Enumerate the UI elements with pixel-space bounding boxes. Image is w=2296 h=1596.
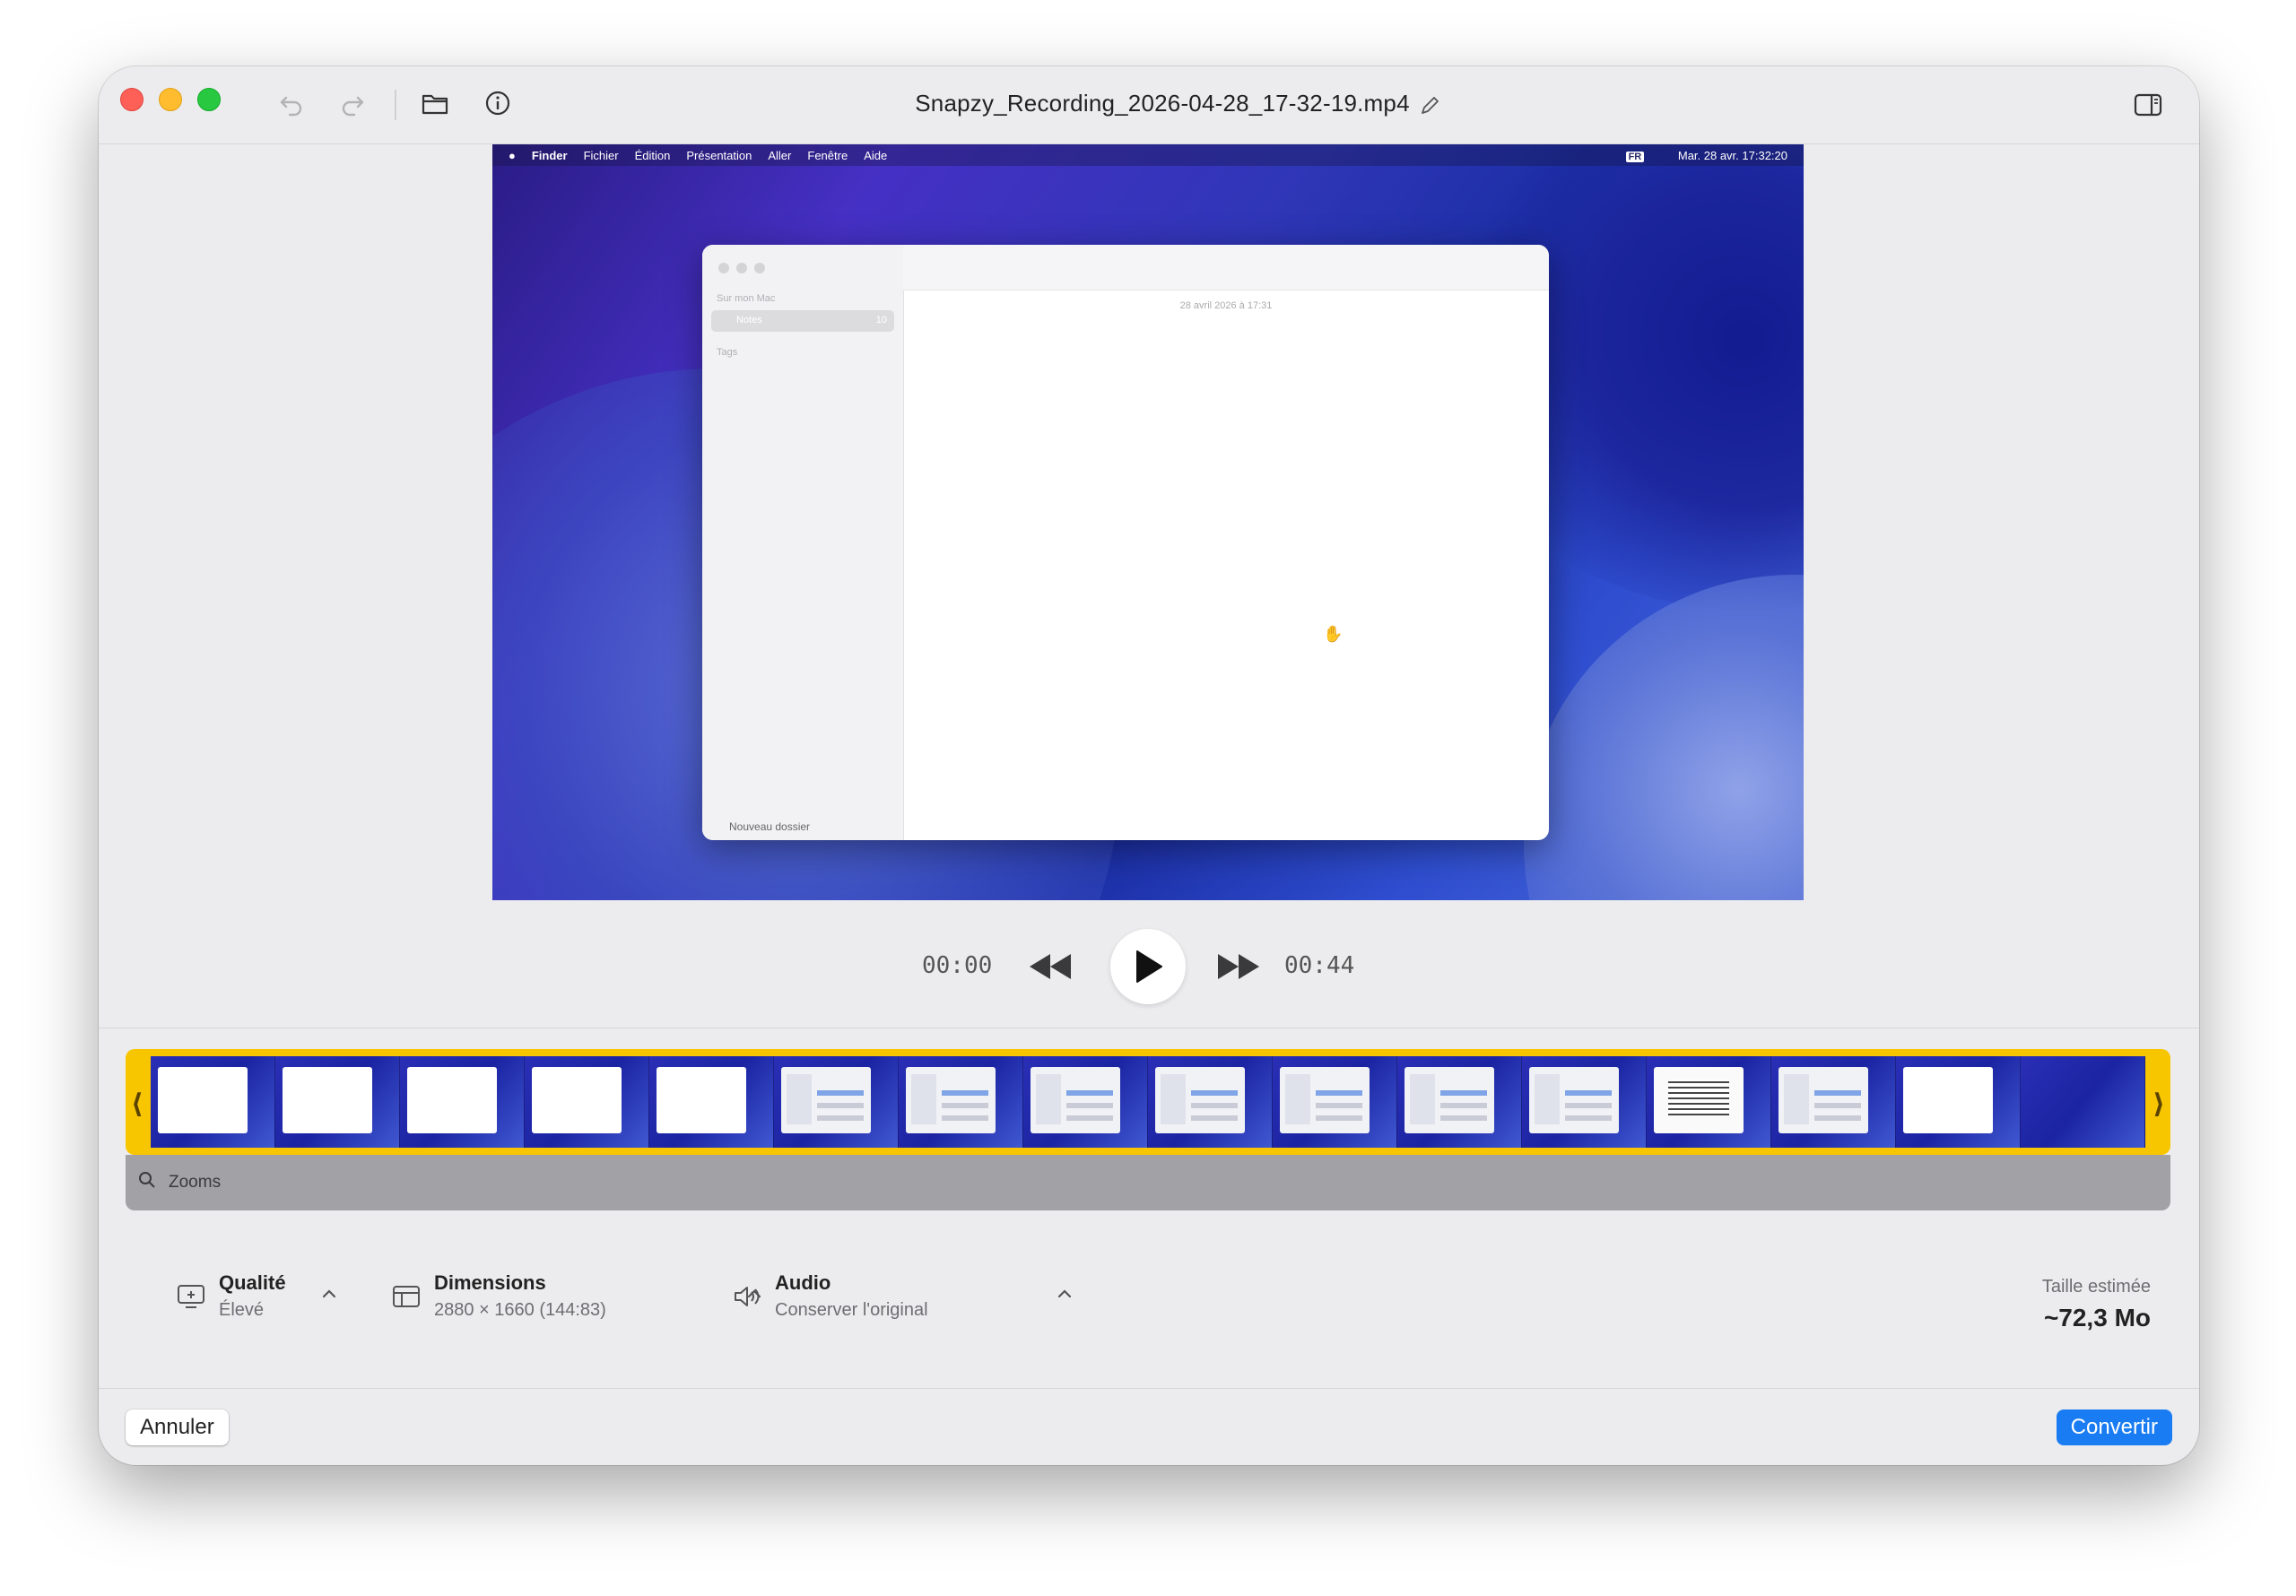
apple-icon: ● — [509, 148, 516, 162]
recorded-notes-sidebar: Sur mon Mac Notes 10 Tags Nouveau dossie… — [702, 245, 904, 840]
zooms-track[interactable]: Zooms — [126, 1155, 2170, 1210]
recorded-section-label: Sur mon Mac — [717, 293, 776, 304]
trim-start-handle[interactable]: ⟨ — [131, 1089, 144, 1120]
fast-forward-icon[interactable] — [1214, 950, 1263, 983]
convert-button[interactable]: Convertir — [2056, 1410, 2172, 1445]
play-icon — [1136, 950, 1162, 983]
recorded-folder-count: 10 — [875, 315, 887, 325]
dimensions-label: Dimensions — [434, 1271, 546, 1294]
recorded-tags-label: Tags — [717, 347, 738, 358]
timeline-thumbnail — [275, 1056, 400, 1148]
quality-value: Élevé — [219, 1300, 265, 1320]
window-title: Snapzy_Recording_2026-04-28_17-32-19.mp4 — [99, 90, 2199, 117]
menubar-item: Fenêtre — [807, 148, 848, 162]
recorded-notes-window: Sur mon Mac Notes 10 Tags Nouveau dossie… — [702, 245, 1549, 840]
thumbnail-window — [1280, 1067, 1370, 1133]
sidebar-toggle-icon[interactable] — [2133, 90, 2163, 120]
quality-setting[interactable]: Qualité Élevé — [161, 1264, 350, 1331]
recorded-window-dot — [718, 263, 729, 273]
menubar-clock: Mar. 28 avr. 17:32:20 — [1677, 149, 1787, 162]
thumbnail-window — [283, 1067, 372, 1133]
audio-label: Audio — [775, 1271, 831, 1294]
menubar-item: Présentation — [686, 148, 752, 162]
quality-label: Qualité — [219, 1271, 286, 1294]
estimated-size-value: ~72,3 Mo — [2043, 1304, 2151, 1331]
thumbnail-window — [1779, 1067, 1868, 1133]
timeline-thumbnail — [400, 1056, 525, 1148]
thumbnail-window — [532, 1067, 622, 1133]
video-preview[interactable]: ● Finder Fichier Édition Présentation Al… — [492, 144, 1804, 900]
chevron-up-icon — [1057, 1289, 1072, 1298]
trim-timeline[interactable]: ⟨ ⟩ — [126, 1049, 2170, 1155]
timeline-thumbnail — [774, 1056, 899, 1148]
timeline-thumbnail — [1771, 1056, 1896, 1148]
timeline-thumbnail — [1273, 1056, 1397, 1148]
timeline-thumbnail — [899, 1056, 1023, 1148]
timeline-thumbnail — [151, 1056, 275, 1148]
speaker-icon — [735, 1287, 760, 1306]
timeline-thumbnail — [1647, 1056, 1771, 1148]
thumbnail-window — [1031, 1067, 1120, 1133]
pencil-icon[interactable] — [1417, 93, 1442, 118]
rewind-icon[interactable] — [1026, 950, 1074, 983]
audio-value: Conserver l'original — [775, 1300, 928, 1320]
thumbnail-window — [1654, 1067, 1744, 1133]
recorded-notes-toolbar — [903, 245, 1549, 291]
input-language-badge: FR — [1625, 152, 1645, 162]
thumbnail-window — [1529, 1067, 1619, 1133]
recorded-window-dot — [754, 263, 765, 273]
audio-setting[interactable]: Audio Conserver l'original — [718, 1264, 1094, 1331]
recorded-note-date: 28 avril 2026 à 17:31 — [1179, 300, 1273, 311]
menubar-item: Finder — [531, 148, 568, 162]
timeline-thumbnail — [2021, 1056, 2145, 1148]
timeline-thumbnail — [1522, 1056, 1647, 1148]
thumbnail-window — [657, 1067, 746, 1133]
recorded-window-dot — [736, 263, 747, 273]
thumbnail-window — [407, 1067, 497, 1133]
estimated-size-label: Taille estimée — [2041, 1277, 2151, 1297]
timeline-thumbnail — [1148, 1056, 1273, 1148]
play-button[interactable] — [1110, 929, 1186, 1004]
thumbnail-window — [906, 1067, 996, 1133]
total-time: 00:44 — [1284, 952, 1355, 979]
file-name: Snapzy_Recording_2026-04-28_17-32-19.mp4 — [915, 90, 1410, 117]
timeline-thumbnail — [1896, 1056, 2021, 1148]
thumbnail-window — [158, 1067, 248, 1133]
trim-end-handle[interactable]: ⟩ — [2152, 1089, 2165, 1120]
recorded-folder-name: Notes — [736, 315, 762, 325]
recorded-folder-row: Notes 10 — [711, 310, 894, 332]
menubar-item: Édition — [634, 148, 671, 162]
hand-cursor-icon: ✋ — [1323, 625, 1344, 643]
timeline-thumbnail — [649, 1056, 774, 1148]
magnifier-icon — [139, 1172, 155, 1188]
thumbnail-window — [1155, 1067, 1245, 1133]
thumbnail-window — [1903, 1067, 1993, 1133]
zooms-label: Zooms — [169, 1173, 222, 1192]
dimensions-icon — [393, 1286, 420, 1307]
thumbnail-window — [1405, 1067, 1494, 1133]
chevron-up-icon — [322, 1289, 336, 1298]
menubar-item: Aide — [864, 148, 888, 162]
editor-window: Snapzy_Recording_2026-04-28_17-32-19.mp4… — [99, 66, 2199, 1465]
dimensions-value: 2880 × 1660 (144:83) — [434, 1300, 606, 1320]
menubar-item: Aller — [768, 148, 792, 162]
title-bar: Snapzy_Recording_2026-04-28_17-32-19.mp4 — [99, 66, 2199, 144]
recorded-menubar: ● Finder Fichier Édition Présentation Al… — [492, 144, 1804, 166]
recorded-new-folder: Nouveau dossier — [729, 820, 811, 833]
divider — [99, 1388, 2199, 1389]
cancel-button[interactable]: Annuler — [126, 1410, 229, 1445]
thumbnail-window — [781, 1067, 871, 1133]
timeline-thumbnail — [1397, 1056, 1522, 1148]
timeline-thumbnails[interactable] — [151, 1056, 2145, 1148]
menubar-status: FR Mar. 28 avr. 17:32:20 — [1610, 149, 1787, 162]
timeline-thumbnail — [1023, 1056, 1148, 1148]
wallpaper-shape — [1524, 575, 1804, 900]
timeline-thumbnail — [525, 1056, 649, 1148]
current-time: 00:00 — [922, 952, 993, 979]
dimensions-setting[interactable]: Dimensions 2880 × 1660 (144:83) — [377, 1264, 761, 1331]
menubar-item: Fichier — [583, 148, 619, 162]
display-quality-icon — [178, 1285, 204, 1308]
